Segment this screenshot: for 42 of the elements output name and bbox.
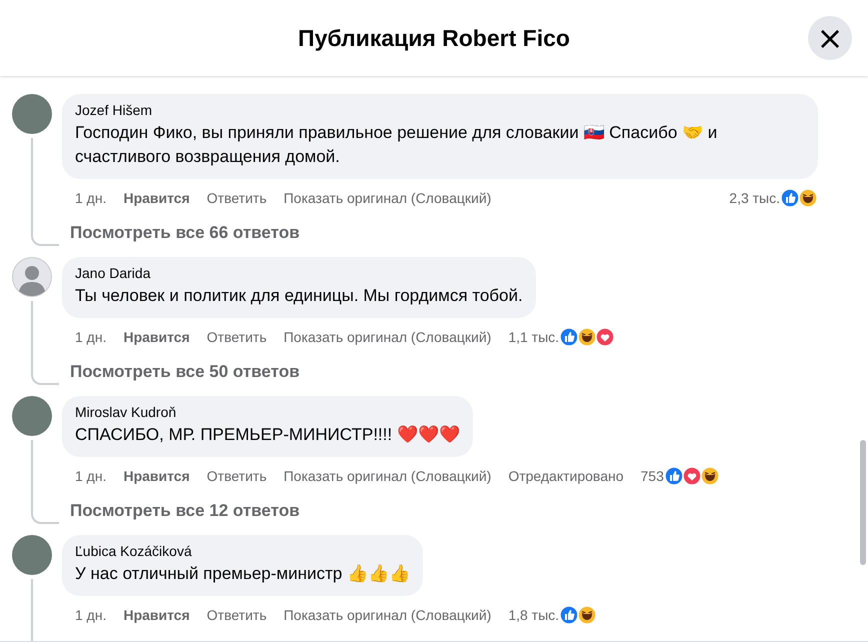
comment-time[interactable]: 1 дн. (75, 329, 106, 345)
comment-author[interactable]: Ľubica Kozáčiková (75, 543, 410, 559)
thread-connector (31, 510, 59, 524)
comment-text: У нас отличный премьер-министр 👍👍👍 (75, 563, 410, 585)
comment-time[interactable]: 1 дн. (75, 190, 106, 206)
show-original-link[interactable]: Показать оригинал (Словацкий) (284, 468, 492, 484)
view-replies-link[interactable]: Посмотреть все 50 ответов (70, 362, 300, 382)
avatar-photo-placeholder[interactable] (12, 535, 52, 575)
thread-connector (31, 232, 59, 246)
reply-link[interactable]: Ответить (206, 190, 267, 206)
comment-author[interactable]: Miroslav Kudroň (75, 404, 460, 420)
comment-author[interactable]: Jano Darida (75, 265, 523, 281)
comment-time[interactable]: 1 дн. (75, 607, 106, 623)
like-link[interactable]: Нравится (123, 190, 190, 206)
default-avatar-icon[interactable] (12, 257, 52, 297)
show-original-link[interactable]: Показать оригинал (Словацкий) (284, 607, 492, 623)
avatar-photo-placeholder[interactable] (12, 94, 52, 134)
view-replies-link[interactable]: Посмотреть все 66 ответов (70, 223, 300, 243)
like-link[interactable]: Нравится (123, 607, 190, 623)
show-original-link[interactable]: Показать оригинал (Словацкий) (284, 329, 492, 345)
reaction-count[interactable]: 1,1 тыс. (508, 329, 560, 345)
avatar-photo-placeholder[interactable] (12, 396, 52, 436)
show-original-link[interactable]: Показать оригинал (Словацкий) (284, 190, 492, 206)
reaction-count[interactable]: 1,8 тыс. (508, 607, 560, 623)
thread-connector (31, 371, 59, 385)
reply-link[interactable]: Ответить (206, 607, 267, 623)
comment-time[interactable]: 1 дн. (75, 468, 106, 484)
comment-text: Господин Фико, вы приняли правильное решение для словакии 🇸🇰 Спасибо 🤝 и счастливого возвращения домой. (75, 122, 718, 168)
like-link[interactable]: Нравится (123, 468, 190, 484)
close-button[interactable]: × (808, 16, 852, 60)
reaction-count[interactable]: 753 (640, 468, 664, 484)
edited-label: Отредактировано (508, 468, 624, 484)
post-title: Публикация Robert Fico (298, 24, 570, 52)
reaction-count[interactable]: 2,3 тыс. (729, 190, 780, 206)
reply-link[interactable]: Ответить (206, 468, 267, 484)
like-link[interactable]: Нравится (123, 329, 190, 345)
comment-author[interactable]: Jozef Hišem (75, 102, 805, 118)
comment-text: Ты человек и политик для единицы. Мы гордимся тобой. (75, 285, 523, 307)
reply-link[interactable]: Ответить (206, 329, 267, 345)
view-replies-link[interactable]: Посмотреть все 12 ответов (70, 501, 300, 521)
scrollbar-thumb[interactable] (860, 440, 866, 565)
comment-text: СПАСИБО, МР. ПРЕМЬЕР-МИНИСТР!!!! ❤❤❤ (75, 424, 460, 446)
